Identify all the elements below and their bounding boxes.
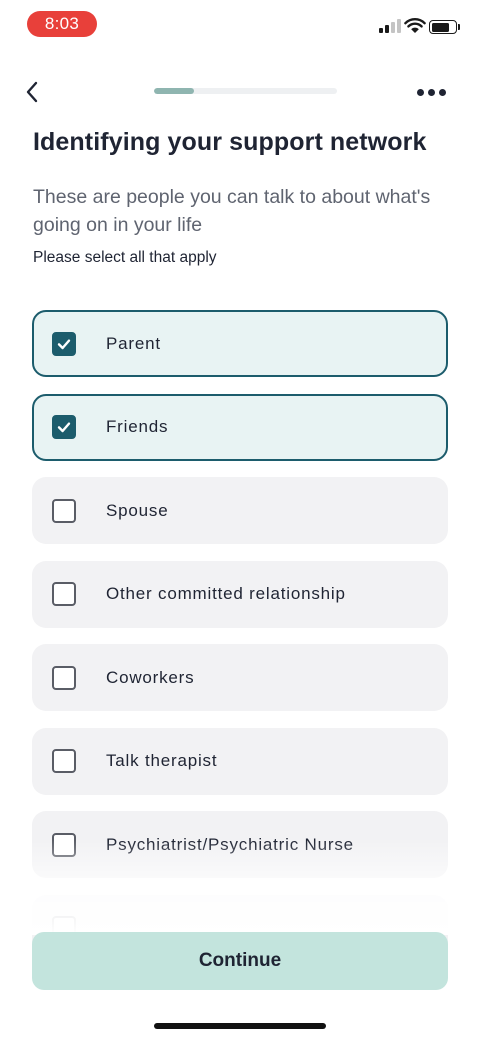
status-time: 8:03	[27, 11, 97, 37]
wifi-icon	[404, 18, 426, 33]
cellular-signal-icon	[379, 19, 401, 33]
option-label: Talk therapist	[106, 751, 218, 770]
option-item[interactable]: Talk therapist	[32, 727, 448, 795]
option-item[interactable]: Spouse	[32, 477, 448, 544]
checkbox-unchecked[interactable]	[52, 832, 76, 857]
checkbox-unchecked[interactable]	[52, 749, 76, 773]
checkbox-checked[interactable]	[52, 415, 76, 439]
battery-level	[431, 22, 450, 32]
signal-bar	[397, 19, 401, 33]
option-label: Coworkers	[106, 667, 195, 687]
more-options-button[interactable]	[410, 78, 452, 106]
support-network-options: Parent Friends Spouse Other committed relat…	[32, 310, 448, 978]
option-label: Parent	[106, 333, 161, 353]
more-horizontal-icon	[438, 88, 446, 96]
home-indicator	[154, 1023, 326, 1029]
selection-instruction: Please select all that apply	[33, 249, 217, 266]
checkbox-checked[interactable]	[52, 331, 76, 356]
checkmark-icon	[57, 338, 71, 349]
checkbox-unchecked[interactable]	[52, 582, 76, 606]
battery-tip	[458, 24, 460, 30]
option-label: Psychiatrist/Psychiatric Nurse	[106, 834, 354, 854]
option-item[interactable]: Other committed relationship	[32, 560, 448, 628]
checkbox-unchecked[interactable]	[52, 498, 76, 523]
option-item[interactable]: Coworkers	[32, 644, 448, 711]
option-label: Other committed relationship	[106, 584, 346, 603]
more-horizontal-icon	[416, 88, 424, 96]
page-title: Identifying your support network	[33, 128, 427, 156]
signal-bar	[391, 22, 395, 33]
status-bar: 8:03	[0, 0, 480, 48]
option-item[interactable]: Parent	[32, 310, 448, 377]
option-item[interactable]: Friends	[32, 393, 448, 461]
chevron-left-icon	[26, 81, 38, 103]
checkmark-icon	[57, 422, 71, 433]
more-horizontal-icon	[427, 88, 435, 96]
progress-bar	[154, 88, 337, 94]
signal-bar	[385, 25, 389, 33]
option-item[interactable]: Psychiatrist/Psychiatric Nurse	[32, 811, 448, 878]
progress-fill	[154, 88, 195, 94]
continue-button[interactable]: Continue	[32, 932, 448, 990]
top-navigation	[0, 70, 480, 114]
signal-bar	[379, 28, 383, 33]
option-label: Spouse	[106, 500, 169, 520]
page-subtitle: These are people you can talk to about w…	[33, 186, 431, 236]
back-button[interactable]	[16, 76, 48, 108]
battery-icon	[429, 20, 457, 34]
checkbox-unchecked[interactable]	[52, 665, 76, 690]
option-label: Friends	[106, 417, 169, 436]
